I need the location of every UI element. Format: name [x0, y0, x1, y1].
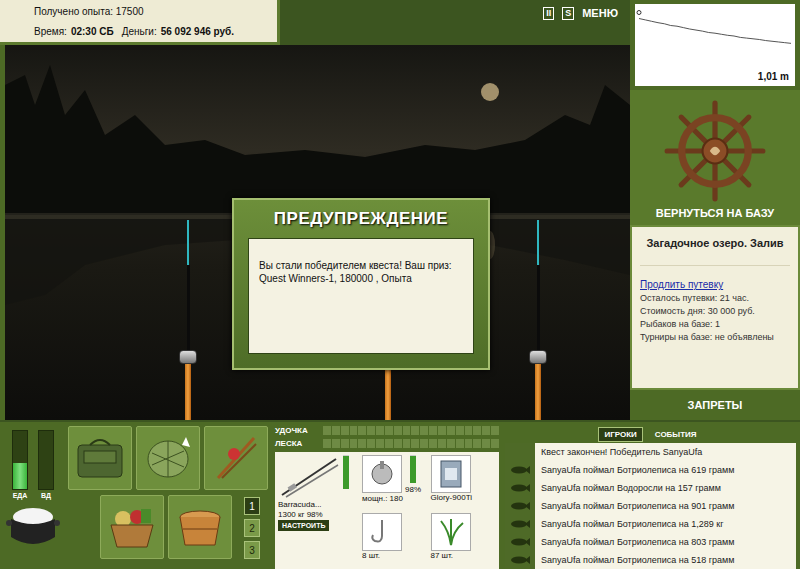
fish-icon	[510, 483, 530, 493]
rod-slot-button[interactable]: 1	[244, 497, 260, 515]
location-title: Загадочное озеро. Залив	[640, 237, 790, 266]
ship-wheel-icon[interactable]	[663, 99, 767, 203]
depth-reading: 1,01 m	[758, 71, 789, 82]
toolbar-button[interactable]: S	[562, 7, 574, 20]
depth-chart: 1,01 m	[635, 4, 795, 86]
food-button[interactable]	[100, 495, 164, 559]
feed-entry: SanyaUfa поймал Ботриолеписа на 619 грам…	[505, 461, 796, 479]
setup-button[interactable]: НАСТРОИТЬ	[278, 520, 329, 531]
food-basket-icon	[105, 503, 159, 551]
bans-button[interactable]: ЗАПРЕТЫ	[630, 390, 800, 420]
feed-entry: SanyaUfa поймал Ботриолеписа на 901 грам…	[505, 497, 796, 515]
reel-icon	[367, 459, 397, 489]
fish-icon	[510, 555, 530, 565]
return-to-base-button[interactable]: ВЕРНУТЬСЯ НА БАЗУ	[656, 207, 774, 219]
event-feed: Квест закончен! Победитель SanyaUfaSanya…	[505, 443, 796, 569]
warning-dialog: ПРЕДУПРЕЖДЕНИЕВы стали победителем квест…	[232, 198, 490, 370]
rods-icon	[210, 432, 262, 484]
feed-tab[interactable]: ИГРОКИ	[598, 427, 642, 442]
rods-button[interactable]	[204, 426, 268, 490]
tension-row: УДОЧКА	[275, 426, 499, 435]
net-button[interactable]	[136, 426, 200, 490]
fish-icon	[510, 537, 530, 547]
location-info: Турниры на базе: не объявлены	[640, 332, 790, 342]
bag-button[interactable]	[68, 426, 132, 490]
tackle-item[interactable]: 8 шт.	[362, 513, 428, 567]
dialog-title: ПРЕДУПРЕЖДЕНИЕ	[248, 200, 474, 238]
fishing-rod[interactable]	[178, 220, 198, 420]
extend-permit-link[interactable]: Продлить путевку	[640, 279, 790, 290]
status-meter: ВД	[38, 430, 54, 499]
feed-entry: SanyaUfa поймал Водоросли на 157 грамм	[505, 479, 796, 497]
fish-icon	[510, 519, 530, 529]
time: Время:02:30 СБ	[34, 26, 114, 37]
location-info: Рыбаков на базе: 1	[640, 319, 790, 329]
bucket-button[interactable]	[168, 495, 232, 559]
rod-image-icon	[278, 455, 340, 499]
hook-icon	[367, 517, 397, 547]
experience: Получено опыта: 17500	[34, 6, 269, 17]
rod-slot-button[interactable]: 3	[244, 541, 260, 559]
stats-panel: Получено опыта: 17500 Время:02:30 СБ Деньг…	[0, 0, 280, 45]
bag-icon	[74, 435, 126, 481]
tackle-panel: Barracuda...1300 кг 98%НАСТРОИТЬ98%мощн.…	[275, 452, 499, 569]
fish-icon	[510, 465, 530, 475]
dialog-message: Вы стали победителем квеста! Ваш приз: Q…	[248, 238, 474, 354]
tension-row: ЛЕСКА	[275, 439, 499, 448]
location-info: Осталось путевки: 21 час.	[640, 293, 790, 303]
money: Деньги:56 092 946 руб.	[122, 26, 234, 37]
bucket-icon	[173, 503, 227, 551]
lake-scene: ПРЕДУПРЕЖДЕНИЕВы стали победителем квест…	[0, 45, 630, 420]
fishing-rod[interactable]	[528, 220, 548, 420]
rod-slot-button[interactable]: 2	[244, 519, 260, 537]
bait-icon	[436, 517, 466, 547]
tackle-item[interactable]: 98%мощн.: 180	[362, 455, 428, 510]
tackle-item[interactable]: Glory-900Ti	[431, 455, 497, 510]
net-icon	[142, 433, 194, 483]
location-panel: Загадочное озеро. Залив Продлить путевку О…	[630, 225, 800, 390]
toolbar: II S МЕНЮ	[280, 0, 630, 45]
status-meter: ЕДА	[12, 430, 28, 499]
feed-entry: SanyaUfa поймал Ботриолеписа на 1,289 кг	[505, 515, 796, 533]
tackle-item[interactable]: 87 шт.	[431, 513, 497, 567]
feed-entry: SanyaUfa поймал Ботриолеписа на 518 грам…	[505, 551, 796, 569]
rod-info[interactable]: Barracuda...1300 кг 98%НАСТРОИТЬ	[278, 455, 358, 566]
rod-reading: 98%	[307, 510, 323, 519]
toolbar-button[interactable]: МЕНЮ	[582, 7, 618, 19]
fish-icon	[510, 501, 530, 511]
line-spool-icon	[436, 458, 466, 490]
feed-tab[interactable]: СОБЫТИЯ	[649, 427, 703, 442]
feed-entry: SanyaUfa поймал Ботриолеписа на 803 грам…	[505, 533, 796, 551]
pot-icon[interactable]	[5, 503, 61, 549]
location-info: Стоимость дня: 30 000 руб.	[640, 306, 790, 316]
toolbar-button[interactable]: II	[543, 7, 554, 20]
feed-entry: Квест закончен! Победитель SanyaUfa	[505, 443, 796, 461]
game-screen: Получено опыта: 17500 Время:02:30 СБ Деньг…	[0, 0, 800, 569]
